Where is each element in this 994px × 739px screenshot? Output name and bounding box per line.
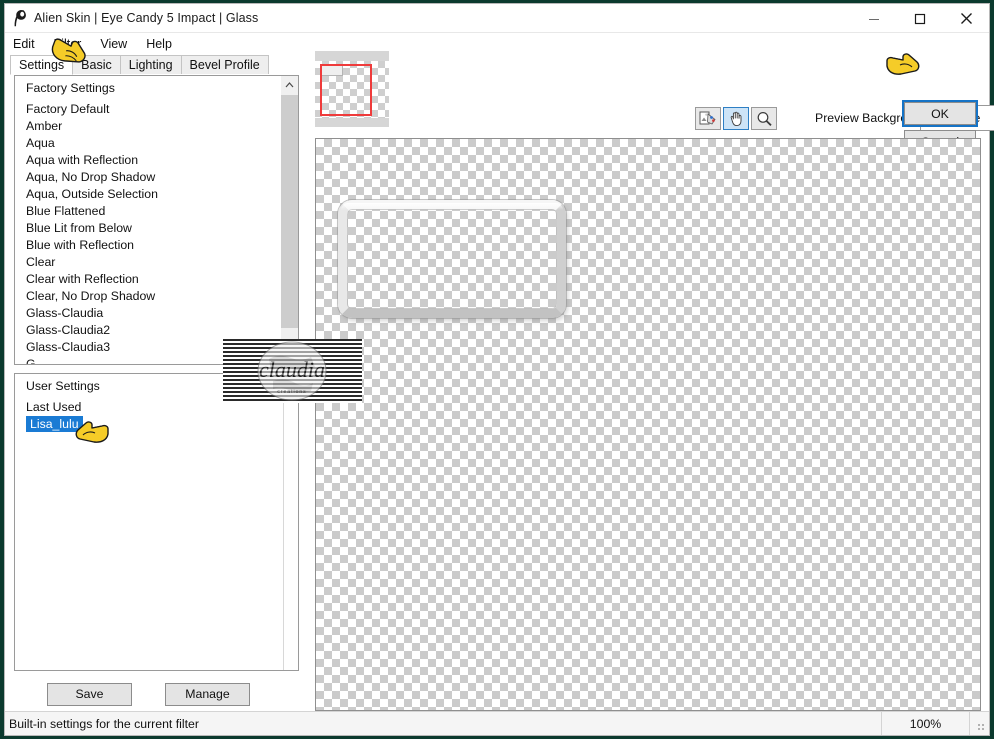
title-bar: Alien Skin | Eye Candy 5 Impact | Glass [5,4,989,33]
list-item[interactable]: Aqua, Outside Selection [15,186,280,203]
user-settings-list: User Settings Last Used Lisa_lulu [15,374,298,437]
tab-basic[interactable]: Basic [72,55,121,75]
list-item[interactable]: Blue Flattened [15,203,280,220]
factory-settings-listbox[interactable]: Factory Settings Factory Default Amber A… [14,75,299,365]
list-item[interactable]: Glass-Claudia2 [15,322,280,339]
chevron-up-icon[interactable] [281,76,298,93]
manage-button[interactable]: Manage [165,682,250,706]
alien-drop-icon [12,9,29,27]
save-button[interactable]: Save [47,682,132,706]
status-bar: Built-in settings for the current filter… [5,711,989,735]
preview-toolbar: Preview Background: None OK Cancel [307,51,994,153]
list-item-last-used[interactable]: Last Used [15,399,298,416]
list-item[interactable]: Amber [15,118,280,135]
list-item[interactable]: Clear [15,254,280,271]
tab-lighting[interactable]: Lighting [119,55,182,75]
list-item[interactable]: Blue with Reflection [15,237,280,254]
factory-settings-scrollbar[interactable] [280,76,298,364]
menu-bar: Edit Filter View Help [5,33,989,54]
preview-navigator[interactable] [315,51,389,127]
application-window: Alien Skin | Eye Candy 5 Impact | Glass … [4,3,994,736]
list-item[interactable]: Glass-Claudia [15,305,280,322]
settings-panel: Settings Basic Lighting Bevel Profile Fa… [5,54,307,711]
main-body: Settings Basic Lighting Bevel Profile Fa… [5,51,994,711]
list-item[interactable]: Aqua with Reflection [15,152,280,169]
list-item[interactable]: Aqua [15,135,280,152]
menu-item-help[interactable]: Help [146,36,181,52]
list-header-factory-settings: Factory Settings [26,81,115,95]
factory-settings-list: Factory Settings Factory Default Amber A… [15,76,280,364]
minimize-button[interactable] [851,4,897,33]
list-item-clipped[interactable]: G [15,356,280,364]
window-title: Alien Skin | Eye Candy 5 Impact | Glass [34,11,259,25]
preview-canvas[interactable] [315,138,981,711]
navigator-viewport-rect[interactable] [320,64,372,116]
preset-action-bar: Save Manage [5,671,307,711]
image-tool-button[interactable] [695,107,721,130]
menu-item-edit[interactable]: Edit [13,36,44,52]
hand-tool-button[interactable] [723,107,749,130]
maximize-button[interactable] [897,4,943,33]
menu-item-filter[interactable]: Filter [54,36,91,52]
list-item[interactable]: Clear, No Drop Shadow [15,288,280,305]
list-item-lisa-lulu[interactable]: Lisa_lulu [26,416,83,432]
preview-panel: Preview Background: None OK Cancel [307,51,994,711]
list-item[interactable]: Glass-Claudia3 [15,339,280,356]
list-item[interactable]: Factory Default [15,101,280,118]
zoom-tool-button[interactable] [751,107,777,130]
chevron-down-icon[interactable] [281,347,298,364]
tab-settings[interactable]: Settings [10,55,74,75]
list-item[interactable]: Aqua, No Drop Shadow [15,169,280,186]
tab-bevel-profile[interactable]: Bevel Profile [180,55,269,75]
list-item[interactable]: Clear with Reflection [15,271,280,288]
list-item[interactable]: Blue Lit from Below [15,220,280,237]
status-message: Built-in settings for the current filter [9,716,199,731]
menu-item-view[interactable]: View [100,36,136,52]
ok-button[interactable]: OK [902,100,978,127]
close-button[interactable] [943,4,989,33]
zoom-level-indicator: 100% [881,712,969,735]
list-header-user-settings: User Settings [26,379,100,393]
resize-grip[interactable] [969,712,989,735]
scrollbar-thumb[interactable] [281,95,298,328]
tab-bar: Settings Basic Lighting Bevel Profile [5,54,307,75]
glass-frame-artwork [338,200,566,318]
user-settings-listbox[interactable]: User Settings Last Used Lisa_lulu [14,373,299,671]
